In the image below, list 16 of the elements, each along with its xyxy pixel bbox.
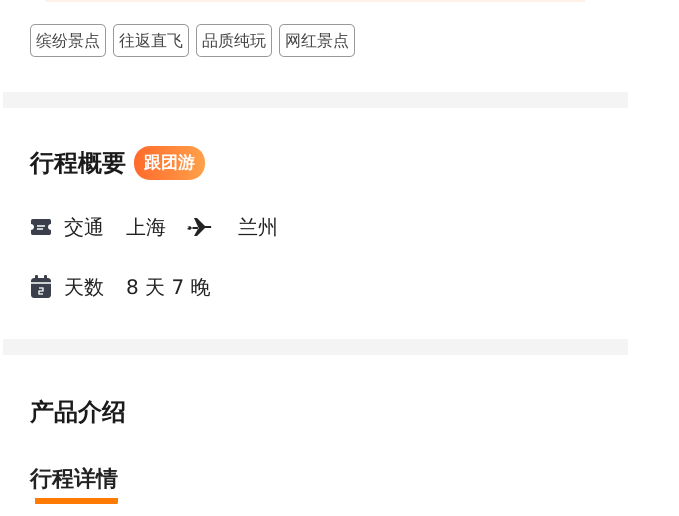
departure-city: 上海	[126, 214, 166, 241]
trip-duration: 8 天 7 晚	[126, 274, 211, 301]
feature-tag: 往返直飞	[113, 24, 189, 57]
airplane-icon	[186, 215, 214, 239]
row-label: 交通	[64, 214, 104, 241]
section-title: 行程概要	[30, 148, 126, 179]
calendar-icon	[30, 275, 52, 299]
section-title: 产品介绍	[30, 398, 126, 426]
feature-tag: 网红景点	[279, 24, 355, 57]
tour-type-badge: 跟团游	[134, 146, 205, 180]
ticket-icon	[30, 217, 52, 237]
feature-tag: 品质纯玩	[196, 24, 272, 57]
feature-tag: 缤纷景点	[30, 24, 106, 57]
row-label: 天数	[64, 274, 104, 301]
itinerary-tab[interactable]: 行程详情	[30, 465, 118, 505]
arrival-city: 兰州	[238, 214, 278, 241]
